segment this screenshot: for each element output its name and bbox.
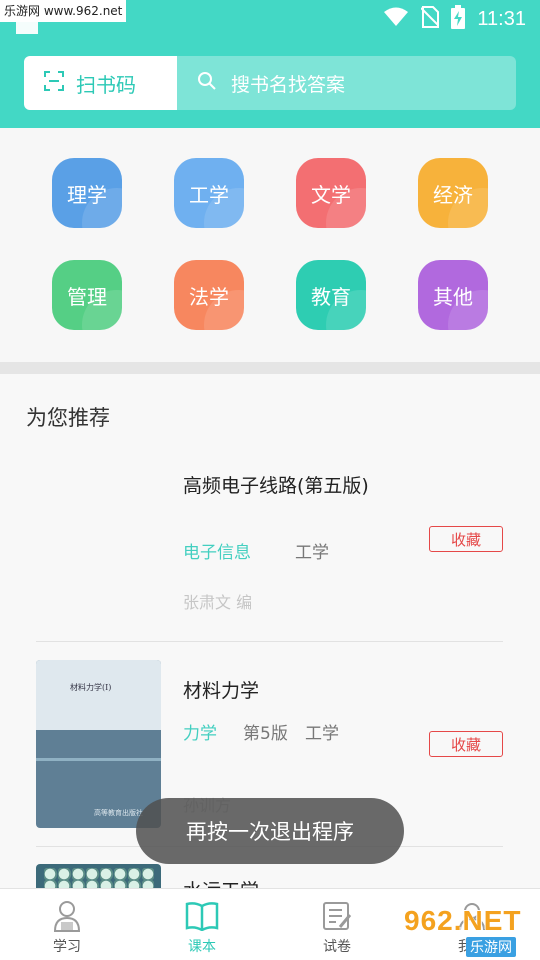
category-management[interactable]: 管理 [52, 260, 122, 330]
category-literature[interactable]: 文学 [296, 158, 366, 228]
app-notification-icon [16, 20, 38, 34]
nav-item-study[interactable]: 学习 [2, 889, 132, 960]
category-engineering[interactable]: 工学 [174, 158, 244, 228]
scan-label: 扫书码 [76, 72, 136, 97]
category-law[interactable]: 法学 [174, 260, 244, 330]
cover-publisher: 高等教育出版社 [94, 809, 143, 817]
favorite-button[interactable]: 收藏 [429, 731, 503, 757]
category-science[interactable]: 理学 [52, 158, 122, 228]
watermark-top: 乐游网 www.962.net [0, 0, 127, 22]
row-separator [36, 641, 503, 642]
cover-title: 材料力学(Ⅰ) [70, 683, 112, 692]
exit-toast: 再按一次退出程序 [136, 798, 404, 864]
search-bar: 扫书码 搜书名找答案 [24, 56, 516, 110]
book-subject: 电子信息 [183, 543, 251, 563]
search-icon [197, 71, 217, 95]
book-subject: 力学 [183, 724, 217, 744]
wifi-icon [383, 7, 409, 31]
status-icons: 11:31 [383, 0, 526, 38]
book-discipline: 工学 [305, 724, 339, 744]
header: 扫书码 搜书名找答案 [0, 38, 540, 128]
cover-band [36, 660, 161, 730]
search-placeholder: 搜书名找答案 [231, 73, 346, 96]
book-author: 张肃文 编 [183, 593, 253, 612]
book-discipline: 工学 [295, 543, 329, 563]
category-education[interactable]: 教育 [296, 260, 366, 330]
search-input[interactable]: 搜书名找答案 [177, 56, 516, 110]
book-title: 高频电子线路(第五版) [183, 475, 369, 497]
category-economics[interactable]: 经济 [418, 158, 488, 228]
status-time: 11:31 [477, 7, 526, 30]
book-title: 材料力学 [183, 680, 260, 702]
scan-icon [44, 71, 64, 95]
category-other[interactable]: 其他 [418, 260, 488, 330]
student-icon [52, 899, 82, 933]
section-divider [0, 362, 540, 374]
category-grid: 理学 工学 文学 经济 管理 法学 教育 其他 [0, 128, 540, 362]
scan-book-code-button[interactable]: 扫书码 [24, 56, 177, 110]
book-edition: 第5版 [243, 724, 288, 744]
nav-label-exam: 试卷 [323, 939, 351, 955]
exam-paper-icon [322, 899, 352, 933]
watermark-logo-text: 962.NET [404, 905, 522, 936]
favorite-button[interactable]: 收藏 [429, 526, 503, 552]
no-sim-icon [420, 6, 441, 32]
book-cover: 材料力学(Ⅰ) 高等教育出版社 [36, 660, 161, 828]
nav-label-textbook: 课本 [188, 939, 216, 955]
battery-charging-icon [451, 5, 466, 33]
nav-item-exam[interactable]: 试卷 [272, 889, 402, 960]
cover-stripe [36, 758, 161, 761]
nav-item-textbook[interactable]: 课本 [137, 889, 267, 960]
recommend-title: 为您推荐 [26, 406, 110, 430]
nav-label-study: 学习 [53, 939, 81, 955]
watermark-logo-subtext: 乐游网 [466, 937, 516, 957]
book-icon [185, 899, 219, 933]
watermark-logo: 962.NET 乐游网 [400, 905, 536, 957]
